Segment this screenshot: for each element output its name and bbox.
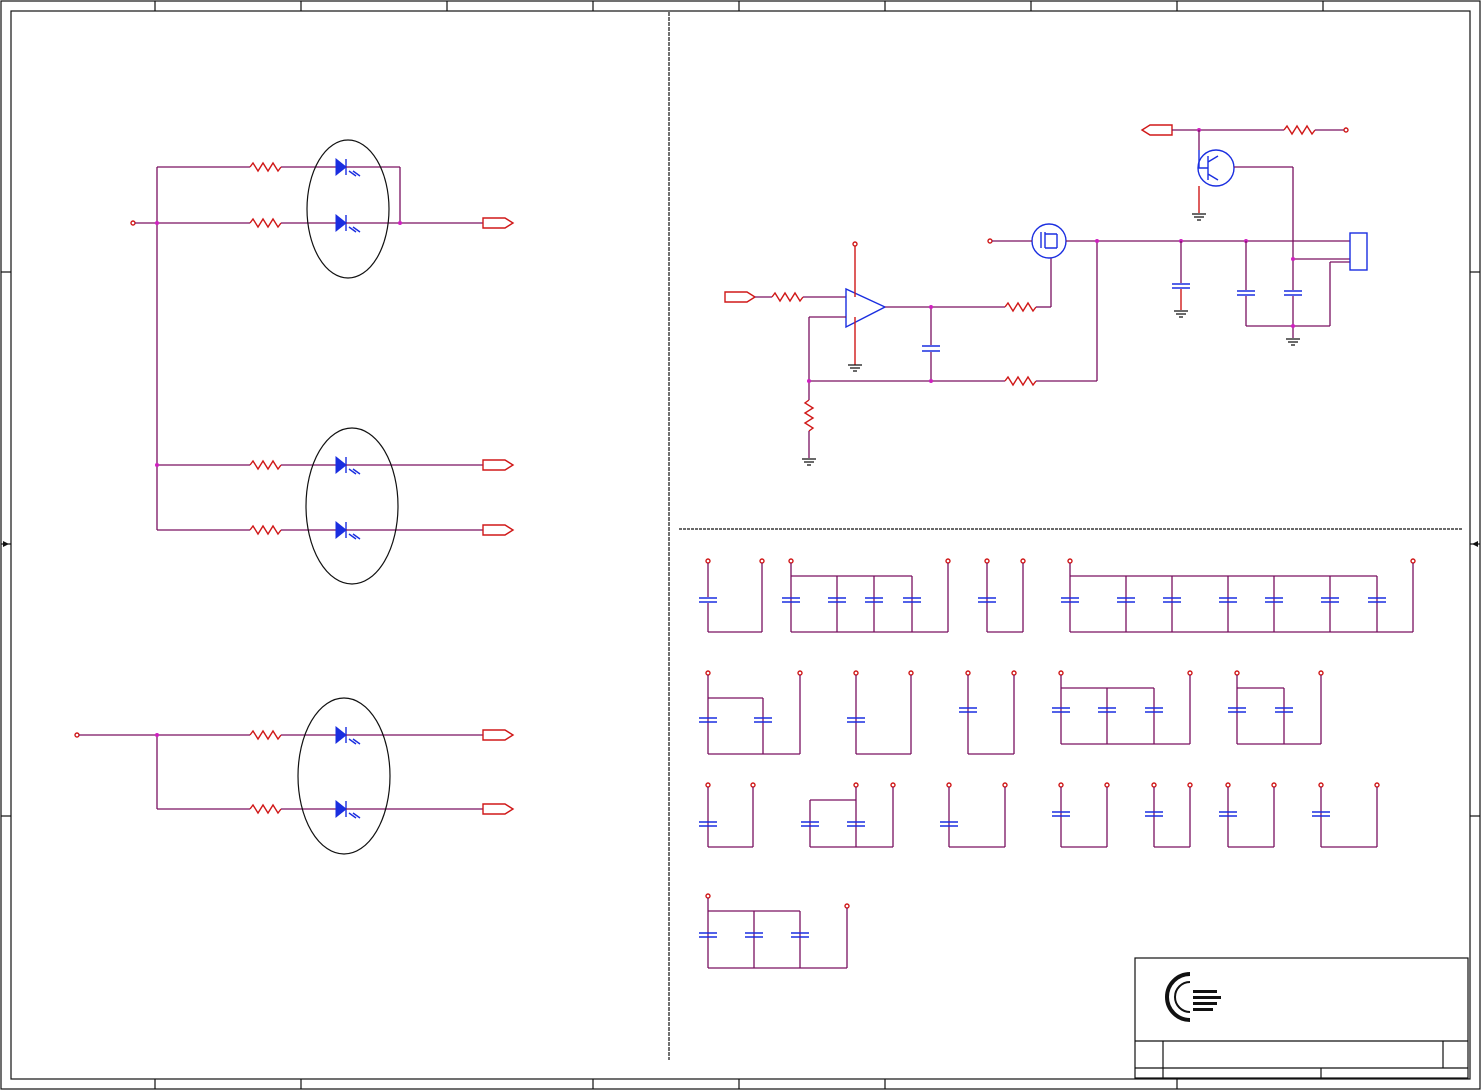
capacitor-icon: [1284, 290, 1302, 296]
capacitor-icon: [1237, 290, 1255, 296]
title-block: [1134, 957, 1469, 1079]
input-port-icon: [1140, 124, 1173, 136]
capacitor-icon: [1172, 283, 1190, 289]
driver-circuit: [724, 124, 1368, 466]
offpage-connector-icon: [482, 729, 515, 741]
offpage-connector-icon: [482, 803, 515, 815]
connector-icon: [1349, 232, 1368, 271]
mosfet-icon: [1031, 223, 1067, 259]
led-group-3: [74, 697, 515, 855]
company-logo-icon: [1165, 972, 1221, 1022]
offpage-connector-icon: [482, 459, 515, 471]
decoupling-capacitors: [699, 558, 1416, 969]
input-port-icon: [724, 291, 757, 303]
offpage-connector-icon: [482, 217, 515, 229]
schematic-sheet: [0, 0, 1481, 1090]
offpage-connector-icon: [482, 524, 515, 536]
led-group-2: [155, 427, 515, 585]
capacitor-icon: [922, 345, 940, 352]
led-group-1: [130, 139, 515, 530]
op-amp-icon: [845, 287, 887, 329]
sheet-frame: [0, 0, 1481, 1090]
